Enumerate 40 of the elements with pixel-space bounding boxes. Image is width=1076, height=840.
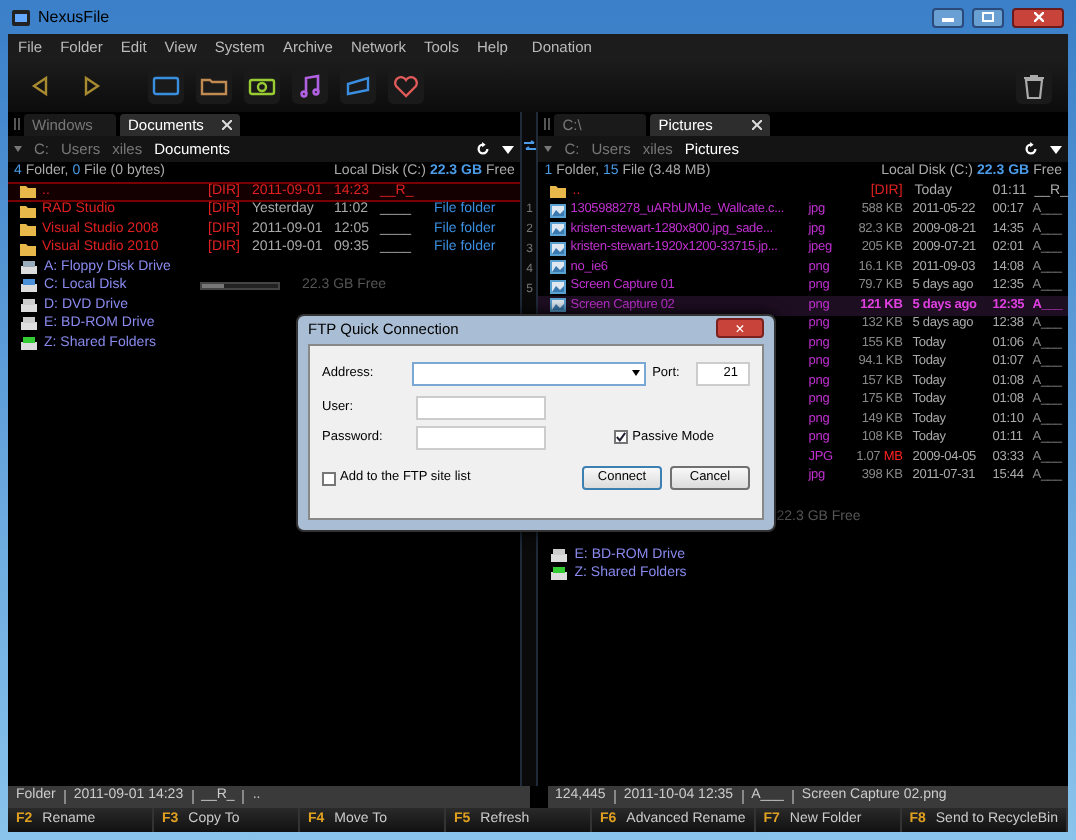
swap-arrows-icon[interactable]	[523, 140, 536, 152]
minimize-button[interactable]	[932, 7, 964, 27]
dropdown-caret-icon[interactable]	[632, 370, 641, 376]
optical-drive-icon	[20, 316, 38, 333]
image-file-icon	[550, 298, 567, 313]
password-field[interactable]	[416, 425, 546, 449]
app-icon	[12, 9, 30, 25]
grip-icon	[14, 118, 20, 130]
hard-drive-icon	[20, 278, 38, 295]
folder-icon	[550, 184, 567, 199]
add-site-checkbox[interactable]	[322, 471, 336, 485]
image-file-icon	[550, 241, 567, 256]
window-icon	[150, 72, 182, 100]
address-field[interactable]	[411, 361, 647, 385]
close-icon[interactable]	[752, 120, 763, 130]
floppy-drive-icon	[20, 259, 38, 276]
music-note-icon	[294, 72, 326, 100]
refresh-icon[interactable]	[1024, 142, 1038, 156]
passive-mode-checkbox[interactable]	[614, 430, 629, 444]
trash-icon	[1018, 72, 1050, 100]
image-file-icon	[550, 203, 567, 218]
maximize-button[interactable]	[972, 7, 1004, 27]
close-button[interactable]	[1012, 7, 1064, 27]
music-note-button[interactable]	[292, 68, 328, 104]
close-icon	[1033, 12, 1043, 22]
image-file-icon	[550, 279, 567, 294]
optical-drive-icon	[550, 547, 569, 564]
network-drive-icon	[550, 566, 569, 583]
image-file-icon	[550, 222, 567, 237]
optical-drive-icon	[20, 297, 38, 314]
refresh-icon[interactable]	[476, 142, 491, 156]
user-field[interactable]	[416, 395, 546, 419]
image-file-icon	[550, 260, 567, 275]
close-button[interactable]: ×	[716, 317, 764, 337]
network-icon	[342, 72, 374, 100]
window-title: NexusFile	[38, 5, 110, 29]
network-drive-icon	[20, 335, 38, 352]
close-icon[interactable]	[222, 120, 232, 130]
heart-icon	[390, 72, 422, 100]
grip-icon	[544, 118, 551, 130]
